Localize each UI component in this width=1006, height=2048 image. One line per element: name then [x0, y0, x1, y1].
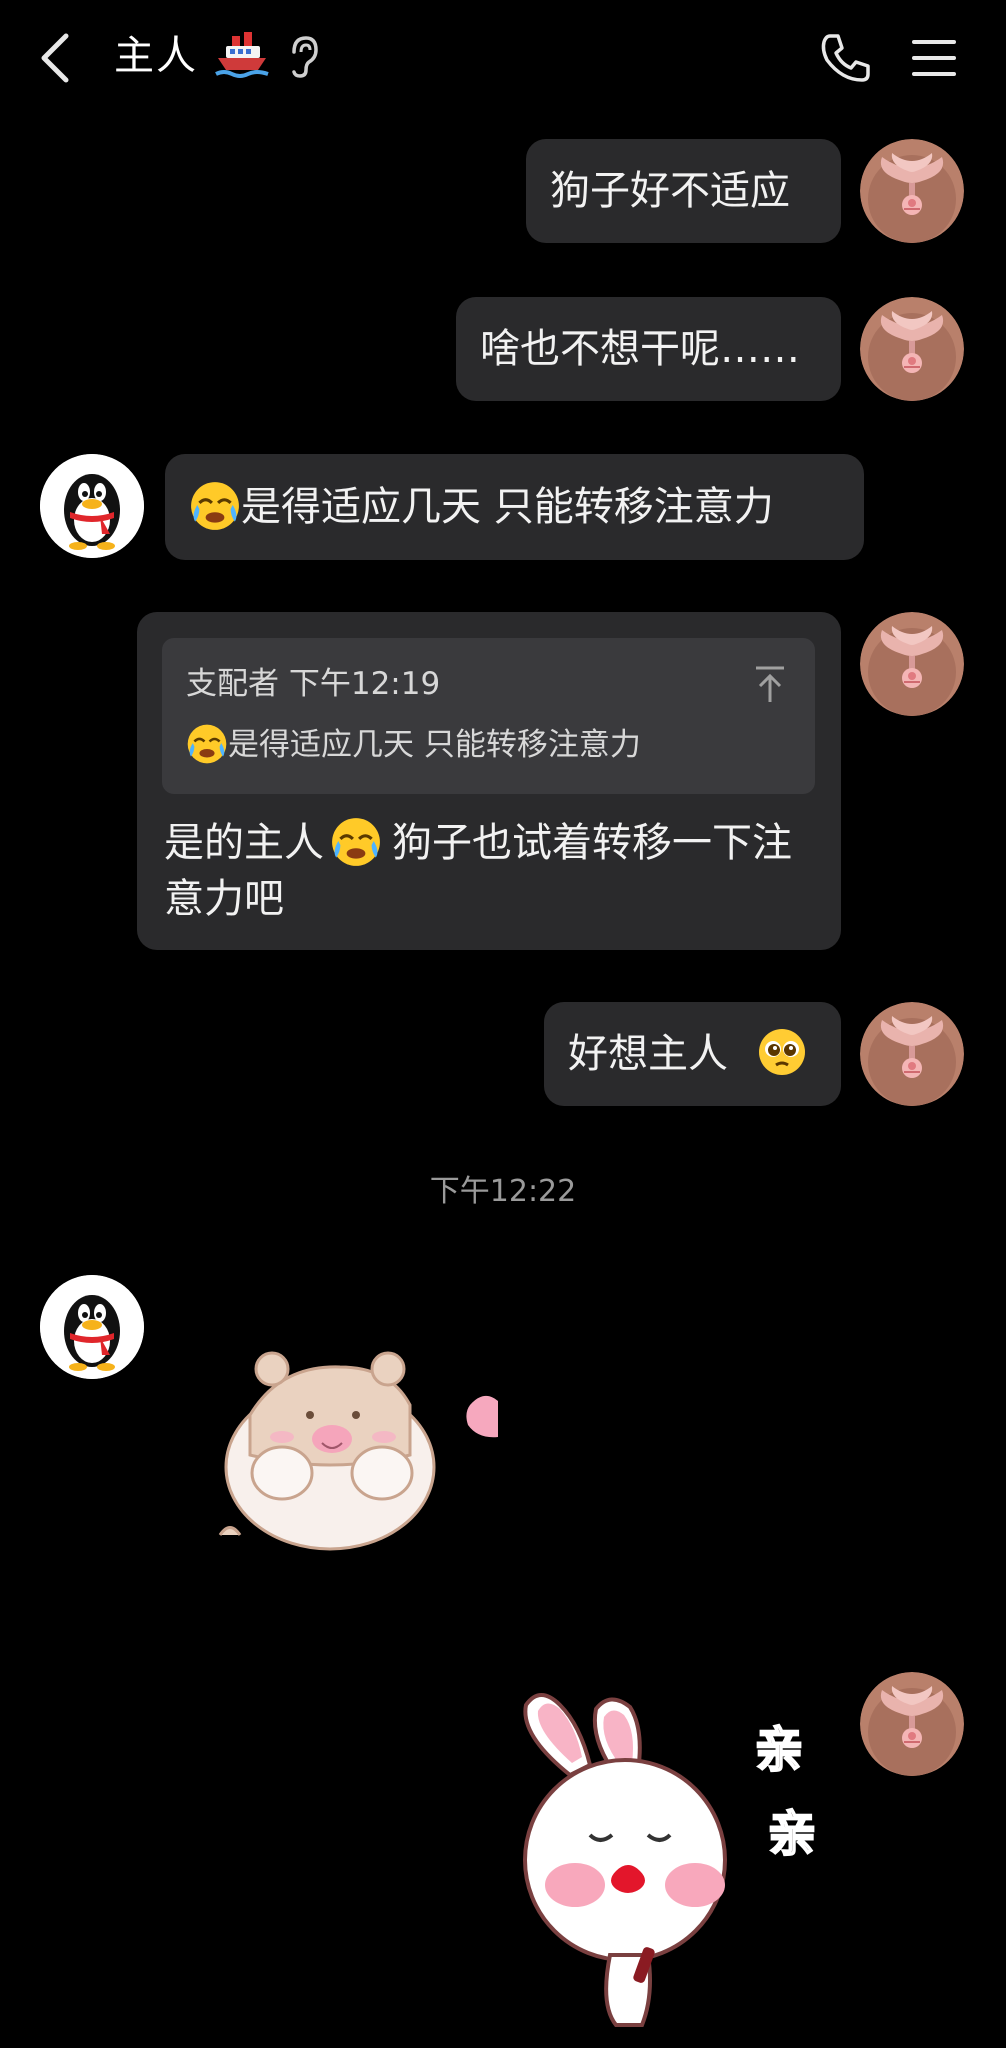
- message-text: 是的主人 狗子也试着转移一下注意力吧: [164, 815, 824, 927]
- avatar[interactable]: [860, 139, 964, 243]
- quoted-message-meta: 支配者 下午12:19: [186, 666, 441, 702]
- menu-icon[interactable]: [910, 36, 958, 80]
- avatar[interactable]: [40, 1275, 144, 1379]
- message-text: 狗子好不适应: [550, 168, 790, 214]
- jump-to-quote-icon[interactable]: [752, 664, 788, 704]
- timestamp: 下午12:22: [429, 1174, 577, 1209]
- pleading-face-emoji-icon: [758, 1029, 805, 1075]
- crying-laughing-emoji-icon: [189, 480, 241, 532]
- crying-laughing-emoji-icon: [186, 723, 228, 765]
- message-text: 啥也不想干呢……: [480, 326, 800, 372]
- message-text: 好想主人: [568, 1031, 728, 1077]
- message-bubble[interactable]: 狗子好不适应: [526, 139, 841, 243]
- message-text: 是得适应几天 只能转移注意力: [241, 484, 774, 530]
- avatar[interactable]: [860, 297, 964, 401]
- ship-icon: [214, 28, 270, 84]
- sticker-caption: 亲: [754, 1721, 804, 1779]
- phone-icon[interactable]: [818, 30, 874, 86]
- chat-title[interactable]: 主人: [114, 24, 198, 88]
- back-icon[interactable]: [34, 30, 82, 86]
- avatar[interactable]: [860, 1002, 964, 1106]
- crying-laughing-emoji-icon: [330, 816, 382, 868]
- quoted-message-text: 是得适应几天 只能转移注意力: [186, 722, 641, 768]
- avatar[interactable]: [860, 612, 964, 716]
- ear-icon[interactable]: [286, 34, 320, 80]
- message-bubble[interactable]: 啥也不想干呢……: [456, 297, 841, 401]
- reply-text-part: 是的主人: [164, 820, 324, 866]
- message-bubble[interactable]: 是得适应几天 只能转移注意力: [165, 454, 864, 560]
- avatar[interactable]: [860, 1672, 964, 1776]
- quoted-text: 是得适应几天 只能转移注意力: [228, 727, 641, 763]
- sticker-caption: 亲: [767, 1805, 817, 1863]
- message-bubble[interactable]: 好想主人: [544, 1002, 841, 1106]
- hamster-sticker[interactable]: [210, 1345, 530, 1560]
- avatar[interactable]: [40, 454, 144, 558]
